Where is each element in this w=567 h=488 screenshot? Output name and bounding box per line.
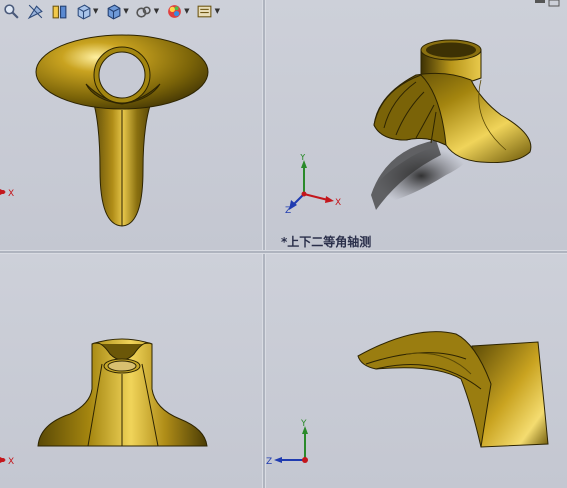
axis-z-label: Z <box>266 457 272 467</box>
model-front-view <box>35 34 209 227</box>
axis-x-label: X <box>335 198 341 208</box>
viewport-label: *上下二等角轴测 <box>281 235 372 249</box>
axis-y-label: Y <box>300 419 307 429</box>
axis-triad: X <box>0 183 20 207</box>
axis-z-label: Z <box>285 206 291 214</box>
viewport-splitter-horizontal[interactable] <box>0 250 567 254</box>
axis-triad: X <box>0 451 20 475</box>
viewport-top-left[interactable]: ▼ ▼ ▼ ▼ ▼ X <box>0 0 262 250</box>
axis-x-label: X <box>8 189 14 199</box>
viewport-bottom-left[interactable]: X <box>0 254 262 488</box>
axis-x-label: X <box>8 457 14 467</box>
axis-y-label: Y <box>299 154 306 163</box>
viewport-splitter-vertical[interactable] <box>262 0 266 488</box>
model-side-view <box>37 338 208 447</box>
viewport-top-right[interactable]: Y X Z *上下二等角轴测 <box>266 0 567 250</box>
axis-triad: Y X Z <box>282 153 342 218</box>
viewport-bottom-right[interactable]: Y Z <box>266 254 567 488</box>
axis-triad: Y Z <box>266 418 316 472</box>
